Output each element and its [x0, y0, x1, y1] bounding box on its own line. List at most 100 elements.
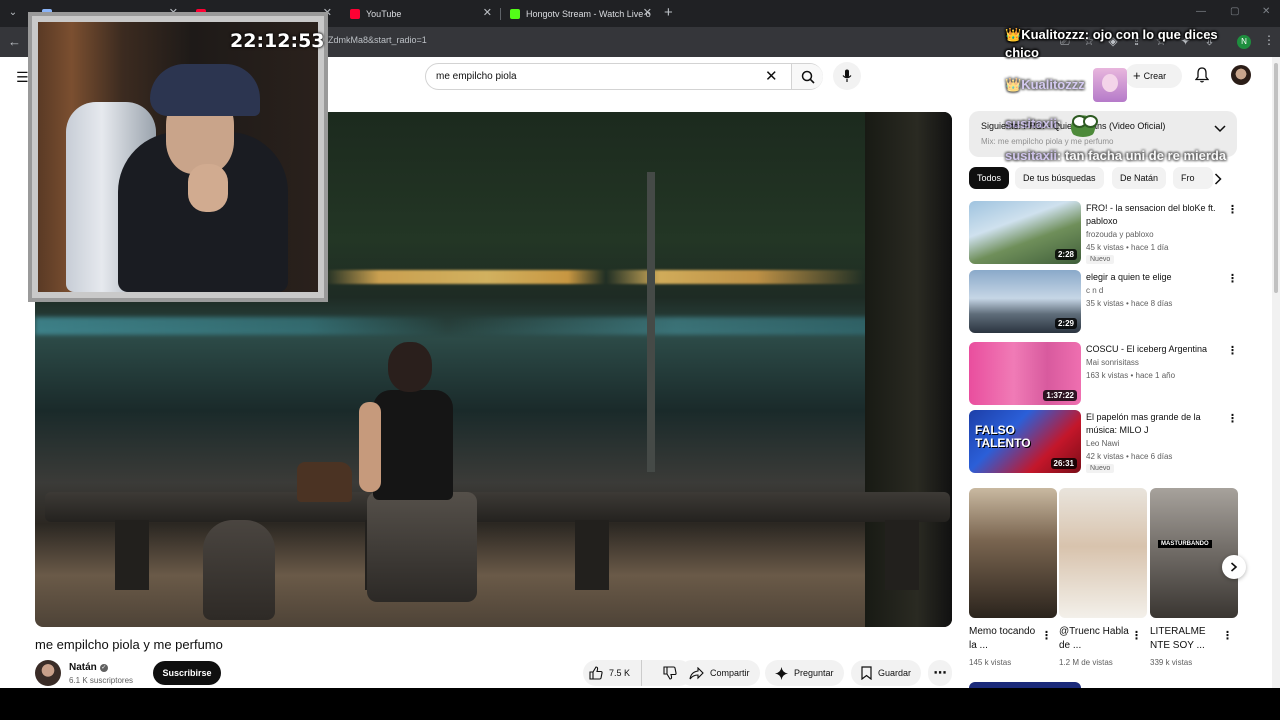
recommendation-meta: 45 k vistas • hace 1 día	[1086, 243, 1169, 252]
tab-separator	[500, 8, 501, 20]
recommendation-title[interactable]: COSCU - El iceberg Argentina	[1086, 343, 1226, 356]
scene-stool	[203, 520, 275, 620]
recommendation-item[interactable]: 1:37:22 COSCU - El iceberg Argentina Mai s…	[969, 342, 1238, 406]
recommendation-title[interactable]: FRO! - la sensacion del bloKe ft. pablox…	[1086, 202, 1226, 228]
new-badge: Nuevo	[1086, 255, 1115, 264]
more-actions-button[interactable]: ⋯	[928, 660, 952, 686]
chip-fro[interactable]: Fro	[1173, 167, 1213, 189]
webcam-feed	[38, 22, 318, 292]
chip-de-tus-busquedas[interactable]: De tus búsquedas	[1015, 167, 1104, 189]
chat-message: 👑Kualitozzz: ojo con lo que dices chico	[1005, 27, 1218, 60]
chip-de-natan[interactable]: De Natán	[1112, 167, 1167, 189]
pepe-emote	[1067, 113, 1099, 137]
voice-search-button[interactable]	[833, 62, 861, 90]
notifications-bell-icon[interactable]	[1195, 67, 1209, 83]
video-duration: 2:29	[1054, 318, 1077, 329]
tab-label: Hongotv Stream - Watch Live o	[526, 9, 651, 19]
more-options-icon[interactable]: ⋮	[1222, 629, 1233, 642]
recommendation-channel[interactable]: c n d	[1086, 285, 1103, 296]
channel-name-row[interactable]: Natán ✓	[69, 662, 108, 673]
chevron-right-icon[interactable]	[1214, 173, 1222, 185]
channel-name[interactable]: Natán	[69, 662, 97, 673]
scene-bag	[297, 462, 352, 502]
chat-username: Kualitozzz	[1021, 27, 1085, 42]
search-box[interactable]: me empilcho piola ✕	[425, 63, 823, 90]
plus-icon: +	[1133, 68, 1141, 83]
recommendation-item[interactable]: 2:28 FRO! - la sensacion del bloKe ft. pa…	[969, 201, 1238, 265]
scrollbar-thumb[interactable]	[1274, 63, 1278, 293]
stream-clock: 22:12:53	[230, 30, 325, 52]
short-title[interactable]: @Truenc Habla de ...	[1059, 625, 1133, 653]
minimize-icon[interactable]: —	[1196, 6, 1206, 17]
profile-avatar[interactable]: N	[1237, 35, 1251, 49]
chat-username: susitaxii	[1005, 116, 1058, 131]
recommendation-thumbnail[interactable]: 1:37:22	[969, 342, 1081, 405]
chat-message: susitaxii:	[1005, 116, 1062, 131]
search-input[interactable]: me empilcho piola	[436, 71, 517, 82]
scene-bench-legs	[55, 520, 945, 590]
shorts-next-button[interactable]	[1222, 555, 1246, 579]
short-thumbnail[interactable]	[969, 488, 1057, 618]
browser-tab-youtube[interactable]: YouTube ✕	[342, 3, 498, 25]
short-thumbnail[interactable]: MASTURBANDO	[1150, 488, 1238, 618]
recommendation-thumbnail[interactable]: FALSO TALENTO 26:31	[969, 410, 1081, 473]
microphone-icon	[842, 69, 852, 82]
scene-bench	[45, 492, 950, 522]
chevron-right-icon	[1230, 562, 1238, 572]
recommendation-channel[interactable]: Leo Nawi	[1086, 438, 1119, 449]
search-icon	[801, 70, 815, 84]
scene-pole	[647, 172, 655, 472]
more-options-icon[interactable]: ⋮	[1227, 412, 1238, 425]
browser-menu-icon[interactable]: ⋮	[1263, 33, 1275, 47]
more-options-icon[interactable]: ⋮	[1041, 629, 1052, 642]
chevron-down-icon[interactable]	[1214, 125, 1226, 133]
video-duration: 1:37:22	[1043, 390, 1077, 401]
scene-lights	[325, 270, 865, 284]
recommendation-title[interactable]: elegir a quien te elige	[1086, 271, 1226, 284]
browser-tab-kick[interactable]: Hongotv Stream - Watch Live o ✕	[502, 3, 658, 25]
ask-button[interactable]: Preguntar	[765, 660, 844, 686]
page-scrollbar[interactable]	[1272, 57, 1280, 688]
crown-icon: 👑	[1005, 77, 1022, 92]
new-tab-button[interactable]: +	[664, 4, 673, 22]
more-options-icon[interactable]: ⋮	[1227, 272, 1238, 285]
share-button[interactable]: Compartir	[679, 660, 760, 686]
more-options-icon[interactable]: ⋮	[1227, 344, 1238, 357]
search-button[interactable]	[791, 64, 823, 89]
webcam-overlay	[28, 12, 328, 302]
subscribe-button[interactable]: Suscribirse	[153, 661, 221, 685]
like-button[interactable]: 7.5 K	[583, 660, 643, 686]
tab-search-button[interactable]: ⌄	[4, 4, 22, 22]
maximize-icon[interactable]: ▢	[1230, 6, 1239, 17]
back-arrow-icon[interactable]: ←	[8, 34, 21, 49]
hamburger-menu-icon[interactable]: ☰	[16, 69, 29, 86]
recommendation-thumbnail[interactable]: 2:29	[969, 270, 1081, 333]
short-title[interactable]: LITERALME NTE SOY ...	[1150, 625, 1224, 653]
recommendation-channel[interactable]: frozouda y pabloxo	[1086, 229, 1154, 240]
recommendation-thumbnail[interactable]: 2:28	[969, 201, 1081, 264]
more-options-icon[interactable]: ⋮	[1131, 629, 1142, 642]
more-options-icon[interactable]: ⋮	[1227, 203, 1238, 216]
recommendation-item[interactable]: 2:29 elegir a quien te elige c n d 35 k vis…	[969, 270, 1238, 334]
recommendation-title[interactable]: El papelón mas grande de la música: MILO…	[1086, 411, 1226, 437]
save-button[interactable]: Guardar	[851, 660, 922, 686]
share-label: Compartir	[710, 668, 750, 678]
thumbs-down-icon	[663, 666, 677, 680]
channel-avatar[interactable]	[35, 660, 61, 686]
recommendation-meta: 42 k vistas • hace 6 días	[1086, 452, 1173, 461]
video-duration: 26:31	[1050, 458, 1077, 469]
tab-close-icon[interactable]: ✕	[483, 3, 492, 23]
tab-close-icon[interactable]: ✕	[643, 3, 652, 23]
chip-todos[interactable]: Todos	[969, 167, 1010, 189]
clear-search-icon[interactable]: ✕	[765, 67, 778, 85]
short-title[interactable]: Memo tocando la ...	[969, 625, 1043, 653]
filter-chips: Todos De tus búsquedas De Natán Fro	[969, 167, 1237, 189]
recommendation-item[interactable]: FALSO TALENTO 26:31 El papelón mas grande …	[969, 410, 1238, 474]
close-window-icon[interactable]: ✕	[1262, 6, 1270, 17]
short-thumbnail[interactable]	[1059, 488, 1147, 618]
recommendation-meta: 163 k vistas • hace 1 año	[1086, 371, 1176, 380]
account-avatar[interactable]	[1231, 65, 1251, 85]
create-button[interactable]: + Crear	[1125, 64, 1182, 88]
recommendation-channel[interactable]: Mai sonrisitass	[1086, 357, 1139, 368]
address-bar[interactable]: ZdmkMa8&start_radio=1	[320, 31, 1030, 53]
